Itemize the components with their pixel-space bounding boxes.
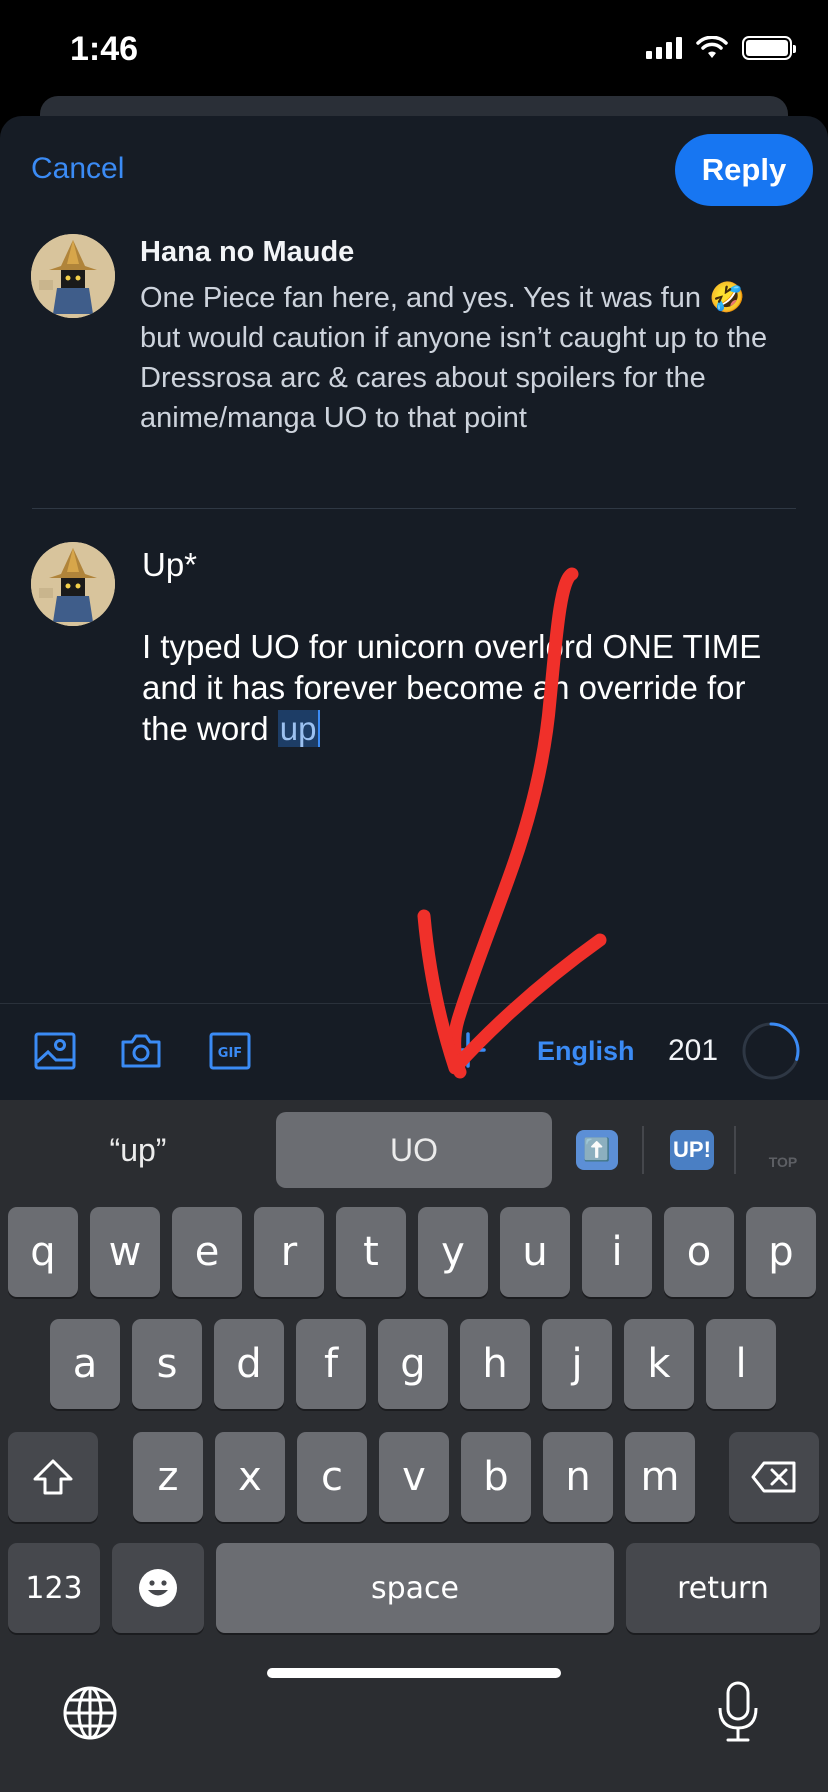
key-g[interactable]: g	[378, 1319, 448, 1409]
key-v[interactable]: v	[379, 1432, 449, 1522]
suggestion-middle[interactable]: UO	[276, 1112, 552, 1188]
suggestion-separator	[642, 1126, 644, 1174]
plus-icon[interactable]	[448, 1030, 488, 1070]
shift-key[interactable]	[8, 1432, 98, 1522]
key-j[interactable]: j	[542, 1319, 612, 1409]
key-i[interactable]: i	[582, 1207, 652, 1297]
language-selector[interactable]: English	[537, 1036, 635, 1067]
reply-button[interactable]: Reply	[675, 134, 813, 206]
key-h[interactable]: h	[460, 1319, 530, 1409]
key-p[interactable]: p	[746, 1207, 816, 1297]
post-body-text: One Piece fan here, and yes. Yes it was …	[140, 282, 768, 434]
status-icons	[646, 36, 796, 60]
gif-icon[interactable]: GIF	[209, 1032, 251, 1070]
key-o[interactable]: o	[664, 1207, 734, 1297]
avatar-image	[31, 542, 115, 626]
reply-line-2	[142, 585, 782, 626]
status-bar: 1:46	[0, 0, 828, 100]
my-avatar	[31, 542, 115, 626]
divider	[32, 508, 796, 509]
shift-icon	[33, 1459, 73, 1495]
gif-label: GIF	[218, 1046, 242, 1061]
home-indicator[interactable]	[267, 1668, 561, 1678]
emoji-face-icon	[139, 1569, 177, 1607]
suggestion-left[interactable]: “up”	[0, 1112, 276, 1188]
numbers-key[interactable]: 123	[8, 1543, 100, 1633]
key-x[interactable]: x	[215, 1432, 285, 1522]
backspace-icon	[751, 1461, 796, 1493]
reply-text-input[interactable]: Up* I typed UO for unicorn overlord ONE …	[142, 544, 782, 749]
space-key[interactable]: space	[216, 1543, 614, 1633]
status-time: 1:46	[70, 30, 139, 68]
top-arrow-emoji-suggestion[interactable]: TOP	[762, 1130, 804, 1170]
key-k[interactable]: k	[624, 1319, 694, 1409]
globe-icon[interactable]	[62, 1685, 118, 1741]
key-t[interactable]: t	[336, 1207, 406, 1297]
key-r[interactable]: r	[254, 1207, 324, 1297]
battery-icon	[742, 36, 796, 60]
key-l[interactable]: l	[706, 1319, 776, 1409]
key-c[interactable]: c	[297, 1432, 367, 1522]
key-q[interactable]: q	[8, 1207, 78, 1297]
camera-icon[interactable]	[120, 1032, 162, 1070]
image-icon[interactable]	[34, 1032, 76, 1070]
cellular-signal-icon	[646, 37, 682, 59]
key-a[interactable]: a	[50, 1319, 120, 1409]
wifi-icon	[696, 36, 728, 58]
suggestion-separator	[734, 1126, 736, 1174]
toolbar-divider	[0, 1003, 828, 1004]
key-s[interactable]: s	[132, 1319, 202, 1409]
key-e[interactable]: e	[172, 1207, 242, 1297]
emoji-key[interactable]	[112, 1543, 204, 1633]
author-avatar[interactable]	[31, 234, 115, 318]
selected-word[interactable]: up	[277, 710, 321, 747]
reply-sheet: Cancel Reply Hana no Maude One Piece fan…	[0, 116, 828, 1100]
character-count: 201	[668, 1034, 719, 1067]
delete-key[interactable]	[729, 1432, 819, 1522]
microphone-icon[interactable]	[716, 1680, 760, 1744]
key-z[interactable]: z	[133, 1432, 203, 1522]
character-progress-ring	[742, 1022, 800, 1080]
up-arrow-emoji-suggestion[interactable]: ⬆️	[576, 1130, 618, 1170]
key-n[interactable]: n	[543, 1432, 613, 1522]
key-b[interactable]: b	[461, 1432, 531, 1522]
avatar-image	[31, 234, 115, 318]
keyboard: “up” UO ⬆️ UP! TOP qwertyuiop asdfghjkl …	[0, 1100, 828, 1792]
key-m[interactable]: m	[625, 1432, 695, 1522]
key-w[interactable]: w	[90, 1207, 160, 1297]
key-f[interactable]: f	[296, 1319, 366, 1409]
reply-line-3: I typed UO for unicorn overlord ONE TIME…	[142, 628, 762, 747]
reply-line-1: Up*	[142, 546, 198, 583]
post-author-name: Hana no Maude	[140, 236, 355, 268]
key-u[interactable]: u	[500, 1207, 570, 1297]
cancel-button[interactable]: Cancel	[31, 152, 124, 186]
key-d[interactable]: d	[214, 1319, 284, 1409]
up-button-emoji-suggestion[interactable]: UP!	[670, 1130, 714, 1170]
key-y[interactable]: y	[418, 1207, 488, 1297]
return-key[interactable]: return	[626, 1543, 820, 1633]
